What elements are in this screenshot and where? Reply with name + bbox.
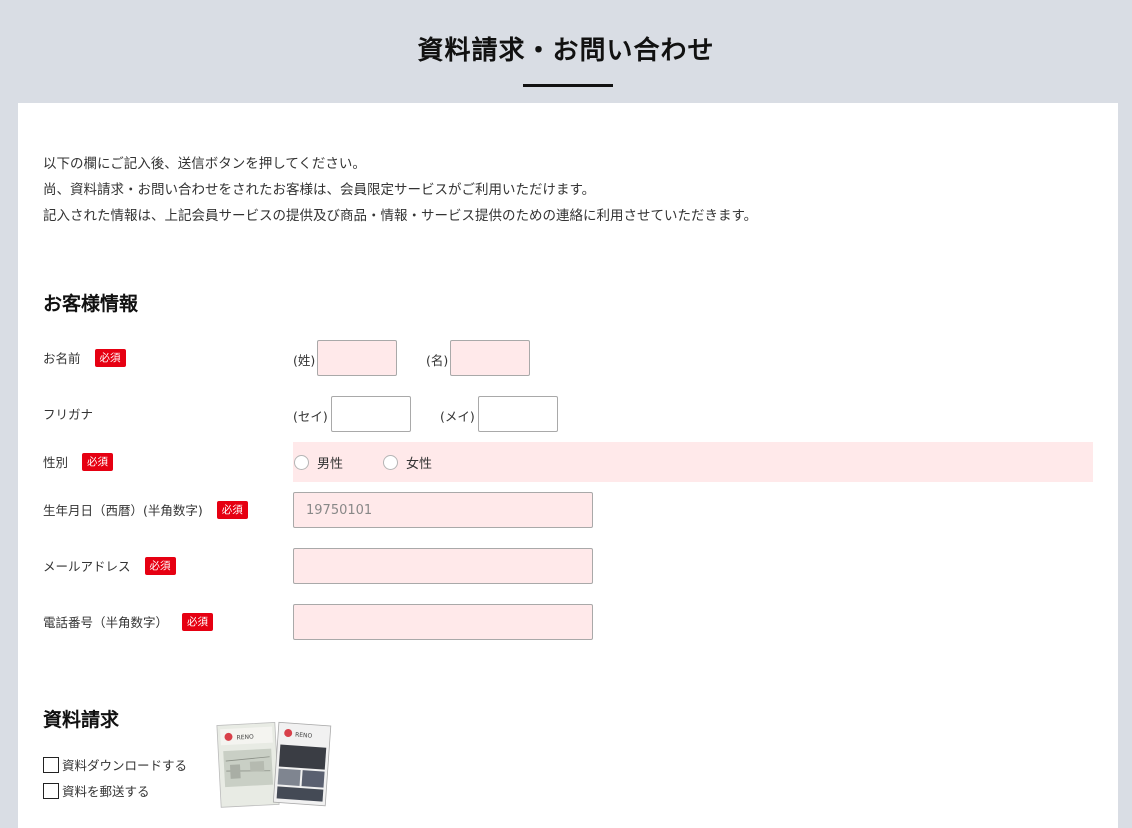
name-label-text: お名前 (43, 351, 81, 366)
mail-checkbox-label: 資料を郵送する (62, 784, 150, 799)
phone-label: 電話番号（半角数字） 必須 (43, 612, 214, 631)
intro-text: 以下の欄にご記入後、送信ボタンを押してください。 尚、資料請求・お問い合わせをさ… (43, 151, 757, 229)
name-label: お名前 必須 (43, 348, 126, 367)
gender-radio-group: 男性 女性 (293, 442, 1093, 482)
gender-option-label: 女性 (406, 456, 433, 472)
page-title: 資料請求・お問い合わせ (417, 36, 715, 66)
phone-input[interactable] (293, 604, 593, 640)
catalog-brand-text: RENO (295, 732, 313, 740)
required-badge: 必須 (144, 556, 176, 575)
title-underline (523, 84, 613, 87)
first-name-prefix: (名) (426, 353, 449, 368)
birthday-label-text: 生年月日（西暦）(半角数字) (43, 503, 203, 518)
first-kana-prefix: (メイ) (440, 409, 475, 424)
first-name-input[interactable] (450, 340, 530, 376)
form-card: 以下の欄にご記入後、送信ボタンを押してください。 尚、資料請求・お問い合わせをさ… (18, 103, 1118, 828)
materials-section-title: 資料請求 (43, 709, 120, 731)
email-input[interactable] (293, 548, 593, 584)
mail-checkbox[interactable] (43, 782, 59, 799)
kana-label-text: フリガナ (43, 407, 94, 422)
intro-line: 以下の欄にご記入後、送信ボタンを押してください。 (43, 156, 366, 172)
email-label: メールアドレス 必須 (43, 556, 176, 575)
email-label-text: メールアドレス (43, 559, 131, 574)
required-badge: 必須 (94, 348, 126, 367)
first-kana-input[interactable] (478, 396, 558, 432)
required-badge: 必須 (182, 612, 214, 631)
intro-line: 尚、資料請求・お問い合わせをされたお客様は、会員限定サービスがご利用いただけます… (43, 182, 596, 198)
intro-line: 記入された情報は、上記会員サービスの提供及び商品・情報・サービス提供のための連絡… (43, 208, 758, 224)
required-badge: 必須 (82, 452, 114, 471)
last-kana-prefix: (セイ) (293, 409, 328, 424)
mail-checkbox-row[interactable]: 資料を郵送する (43, 781, 150, 800)
last-kana-input[interactable] (331, 396, 411, 432)
radio-button[interactable] (383, 454, 399, 470)
gender-option-female[interactable]: 女性 (383, 453, 432, 472)
birthday-input[interactable] (293, 492, 593, 528)
download-checkbox-label: 資料ダウンロードする (62, 758, 188, 773)
gender-option-male[interactable]: 男性 (294, 453, 343, 472)
gender-label: 性別 必須 (43, 452, 114, 471)
gender-option-label: 男性 (317, 456, 344, 472)
radio-button[interactable] (294, 454, 309, 470)
required-badge: 必須 (216, 500, 248, 519)
download-checkbox[interactable] (43, 756, 59, 773)
catalog-brand-text: RENO (236, 734, 254, 742)
download-checkbox-row[interactable]: 資料ダウンロードする (43, 755, 187, 774)
last-name-prefix: (姓) (293, 353, 316, 368)
last-name-input[interactable] (317, 340, 397, 376)
kana-label: フリガナ (43, 404, 93, 423)
phone-label-text: 電話番号（半角数字） (43, 615, 169, 630)
birthday-label: 生年月日（西暦）(半角数字) 必須 (43, 500, 248, 519)
catalog-image: RENO RENO (216, 721, 332, 808)
customer-section-title: お客様情報 (43, 293, 139, 315)
gender-label-text: 性別 (43, 455, 69, 470)
